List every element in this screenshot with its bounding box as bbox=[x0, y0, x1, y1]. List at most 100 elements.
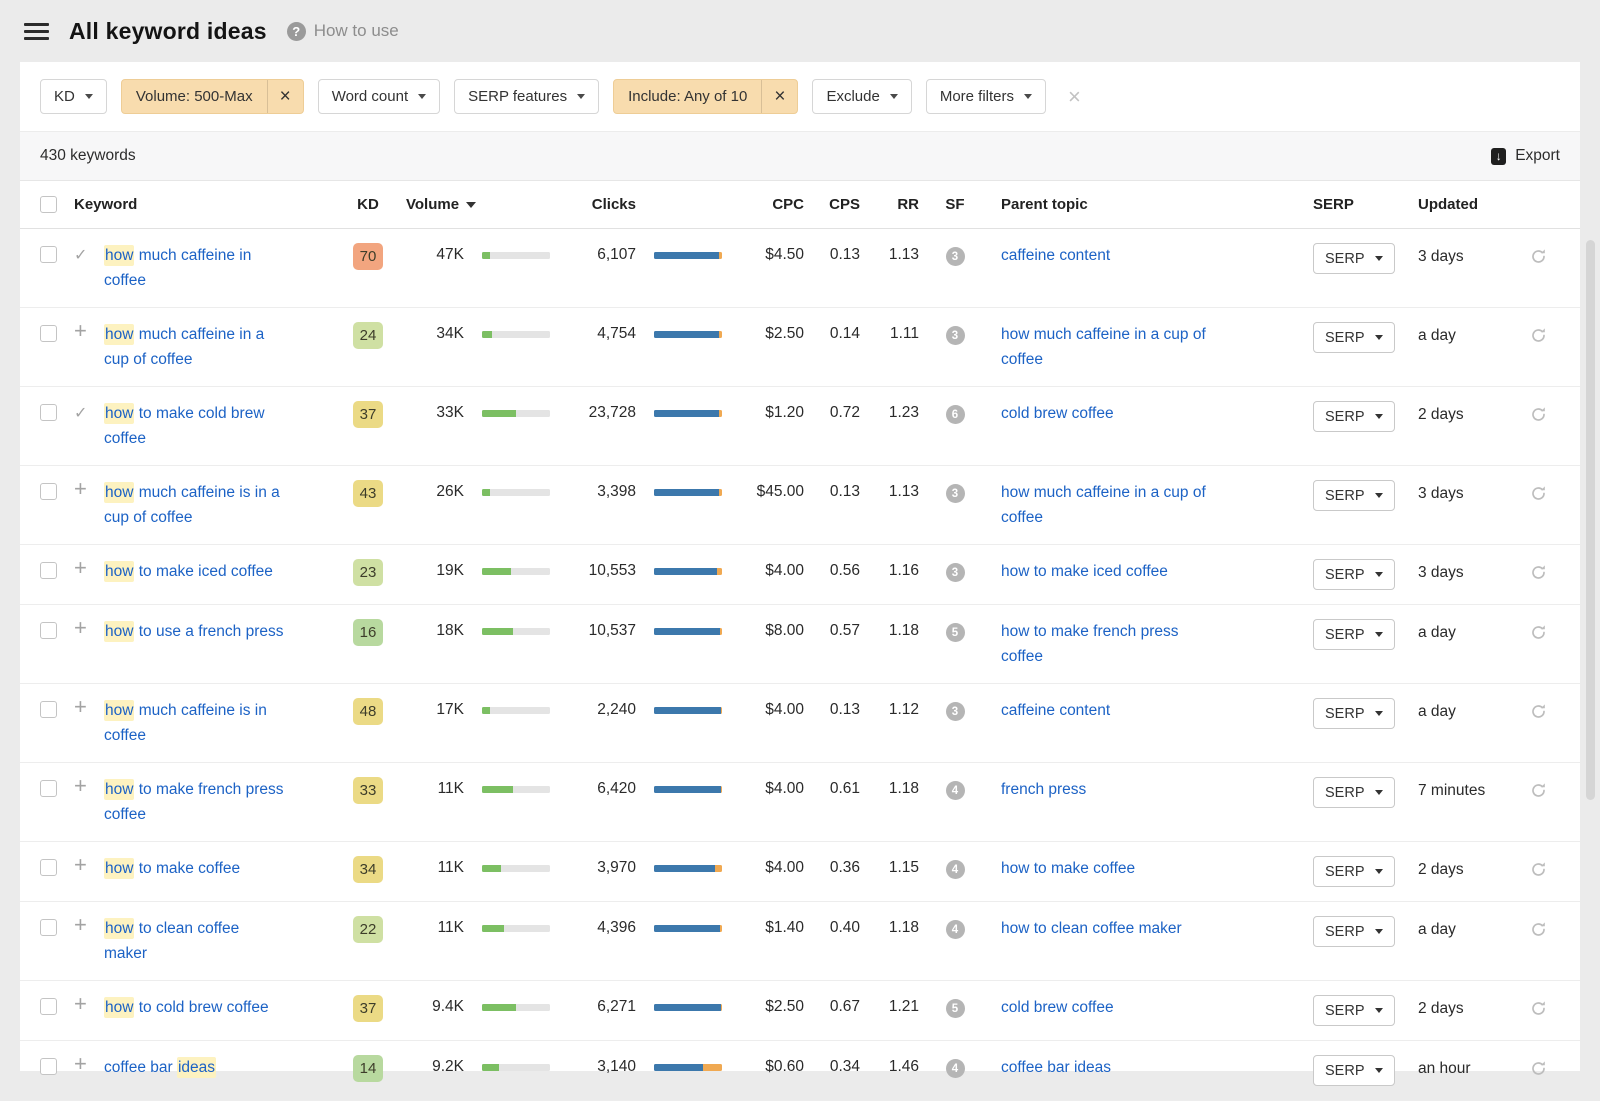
added-check-icon[interactable]: ✓ bbox=[74, 243, 87, 265]
serp-dropdown-button[interactable]: SERP bbox=[1313, 619, 1395, 650]
add-keyword-icon[interactable]: + bbox=[74, 1055, 87, 1073]
parent-topic-link[interactable]: coffee bar ideas bbox=[1001, 1055, 1111, 1080]
row-checkbox[interactable] bbox=[40, 325, 57, 342]
parent-topic-link[interactable]: how much caffeine in a cup of coffee bbox=[1001, 480, 1221, 530]
row-checkbox[interactable] bbox=[40, 483, 57, 500]
filter-more-filters-dropdown[interactable]: More filters bbox=[926, 79, 1046, 114]
serp-dropdown-button[interactable]: SERP bbox=[1313, 243, 1395, 274]
keyword-link[interactable]: how to clean coffee maker bbox=[104, 916, 286, 966]
column-header-sf[interactable]: SF bbox=[925, 196, 985, 213]
row-checkbox[interactable] bbox=[40, 404, 57, 421]
parent-topic-link[interactable]: caffeine content bbox=[1001, 243, 1110, 268]
column-header-kd[interactable]: KD bbox=[342, 196, 394, 213]
updated-value: 2 days bbox=[1418, 856, 1530, 879]
add-keyword-icon[interactable]: + bbox=[74, 322, 87, 340]
column-header-serp[interactable]: SERP bbox=[1313, 196, 1418, 213]
remove-include-filter-icon[interactable]: × bbox=[762, 80, 797, 113]
serp-dropdown-button[interactable]: SERP bbox=[1313, 916, 1395, 947]
cpc-value: $1.40 bbox=[734, 916, 810, 937]
row-checkbox[interactable] bbox=[40, 562, 57, 579]
parent-topic-link[interactable]: how to make iced coffee bbox=[1001, 559, 1168, 584]
keyword-link[interactable]: how to make iced coffee bbox=[104, 559, 273, 584]
parent-topic-link[interactable]: french press bbox=[1001, 777, 1086, 802]
parent-topic-link[interactable]: how to clean coffee maker bbox=[1001, 916, 1182, 941]
serp-dropdown-button[interactable]: SERP bbox=[1313, 856, 1395, 887]
refresh-icon[interactable] bbox=[1530, 252, 1547, 269]
column-header-updated[interactable]: Updated bbox=[1418, 196, 1530, 213]
add-keyword-icon[interactable]: + bbox=[74, 916, 87, 934]
add-keyword-icon[interactable]: + bbox=[74, 995, 87, 1013]
serp-dropdown-button[interactable]: SERP bbox=[1313, 401, 1395, 432]
serp-features-count-badge: 3 bbox=[946, 702, 965, 721]
add-keyword-icon[interactable]: + bbox=[74, 777, 87, 795]
column-header-cps[interactable]: CPS bbox=[810, 196, 866, 213]
keyword-link[interactable]: how to make french press coffee bbox=[104, 777, 286, 827]
parent-topic-link[interactable]: how to make french press coffee bbox=[1001, 619, 1221, 669]
column-header-keyword[interactable]: Keyword bbox=[74, 196, 342, 213]
filter-kd-dropdown[interactable]: KD bbox=[40, 79, 107, 114]
keyword-link[interactable]: how to make coffee bbox=[104, 856, 240, 881]
row-checkbox[interactable] bbox=[40, 1058, 57, 1075]
row-checkbox[interactable] bbox=[40, 780, 57, 797]
parent-topic-link[interactable]: caffeine content bbox=[1001, 698, 1110, 723]
row-checkbox[interactable] bbox=[40, 998, 57, 1015]
keyword-link[interactable]: how to use a french press bbox=[104, 619, 284, 644]
refresh-icon[interactable] bbox=[1530, 786, 1547, 803]
add-keyword-icon[interactable]: + bbox=[74, 480, 87, 498]
vertical-scrollbar-thumb[interactable] bbox=[1586, 240, 1595, 800]
filter-volume-active[interactable]: Volume: 500-Max × bbox=[121, 79, 304, 114]
parent-topic-link[interactable]: cold brew coffee bbox=[1001, 401, 1114, 426]
keyword-link[interactable]: how much caffeine in a cup of coffee bbox=[104, 322, 286, 372]
refresh-icon[interactable] bbox=[1530, 925, 1547, 942]
export-button[interactable]: ↓ Export bbox=[1491, 147, 1560, 165]
keyword-link[interactable]: how much caffeine is in a cup of coffee bbox=[104, 480, 286, 530]
filter-serp-features-dropdown[interactable]: SERP features bbox=[454, 79, 599, 114]
serp-dropdown-button[interactable]: SERP bbox=[1313, 322, 1395, 353]
filter-word-count-dropdown[interactable]: Word count bbox=[318, 79, 440, 114]
row-checkbox[interactable] bbox=[40, 701, 57, 718]
refresh-icon[interactable] bbox=[1530, 410, 1547, 427]
add-keyword-icon[interactable]: + bbox=[74, 559, 87, 577]
serp-dropdown-button[interactable]: SERP bbox=[1313, 777, 1395, 808]
refresh-icon[interactable] bbox=[1530, 1004, 1547, 1021]
keyword-link[interactable]: how to make cold brew coffee bbox=[104, 401, 286, 451]
refresh-icon[interactable] bbox=[1530, 568, 1547, 585]
column-header-cpc[interactable]: CPC bbox=[734, 196, 810, 213]
refresh-icon[interactable] bbox=[1530, 489, 1547, 506]
column-header-volume[interactable]: Volume bbox=[394, 196, 564, 213]
serp-dropdown-button[interactable]: SERP bbox=[1313, 480, 1395, 511]
row-checkbox[interactable] bbox=[40, 622, 57, 639]
parent-topic-link[interactable]: cold brew coffee bbox=[1001, 995, 1114, 1020]
add-keyword-icon[interactable]: + bbox=[74, 856, 87, 874]
added-check-icon[interactable]: ✓ bbox=[74, 401, 87, 423]
row-checkbox[interactable] bbox=[40, 246, 57, 263]
refresh-icon[interactable] bbox=[1530, 707, 1547, 724]
add-keyword-icon[interactable]: + bbox=[74, 698, 87, 716]
add-keyword-icon[interactable]: + bbox=[74, 619, 87, 637]
column-header-clicks[interactable]: Clicks bbox=[564, 196, 734, 213]
filter-include-active[interactable]: Include: Any of 10 × bbox=[613, 79, 798, 114]
how-to-use-link[interactable]: ? How to use bbox=[287, 21, 399, 41]
clear-all-filters-icon[interactable]: × bbox=[1068, 86, 1081, 108]
row-checkbox[interactable] bbox=[40, 919, 57, 936]
keyword-link[interactable]: how much caffeine in coffee bbox=[104, 243, 286, 293]
select-all-checkbox[interactable] bbox=[40, 196, 57, 213]
column-header-rr[interactable]: RR bbox=[866, 196, 925, 213]
serp-dropdown-button[interactable]: SERP bbox=[1313, 559, 1395, 590]
keyword-link[interactable]: how much caffeine is in coffee bbox=[104, 698, 286, 748]
parent-topic-link[interactable]: how much caffeine in a cup of coffee bbox=[1001, 322, 1221, 372]
refresh-icon[interactable] bbox=[1530, 865, 1547, 882]
refresh-icon[interactable] bbox=[1530, 628, 1547, 645]
remove-volume-filter-icon[interactable]: × bbox=[268, 80, 303, 113]
refresh-icon[interactable] bbox=[1530, 1064, 1547, 1081]
hamburger-menu-icon[interactable] bbox=[24, 23, 49, 40]
column-header-parent-topic[interactable]: Parent topic bbox=[985, 196, 1313, 213]
serp-dropdown-button[interactable]: SERP bbox=[1313, 995, 1395, 1026]
keyword-link[interactable]: how to cold brew coffee bbox=[104, 995, 269, 1020]
refresh-icon[interactable] bbox=[1530, 331, 1547, 348]
parent-topic-link[interactable]: how to make coffee bbox=[1001, 856, 1135, 881]
row-checkbox[interactable] bbox=[40, 859, 57, 876]
keyword-link[interactable]: coffee bar ideas bbox=[104, 1055, 216, 1080]
serp-dropdown-button[interactable]: SERP bbox=[1313, 698, 1395, 729]
filter-exclude-dropdown[interactable]: Exclude bbox=[812, 79, 911, 114]
